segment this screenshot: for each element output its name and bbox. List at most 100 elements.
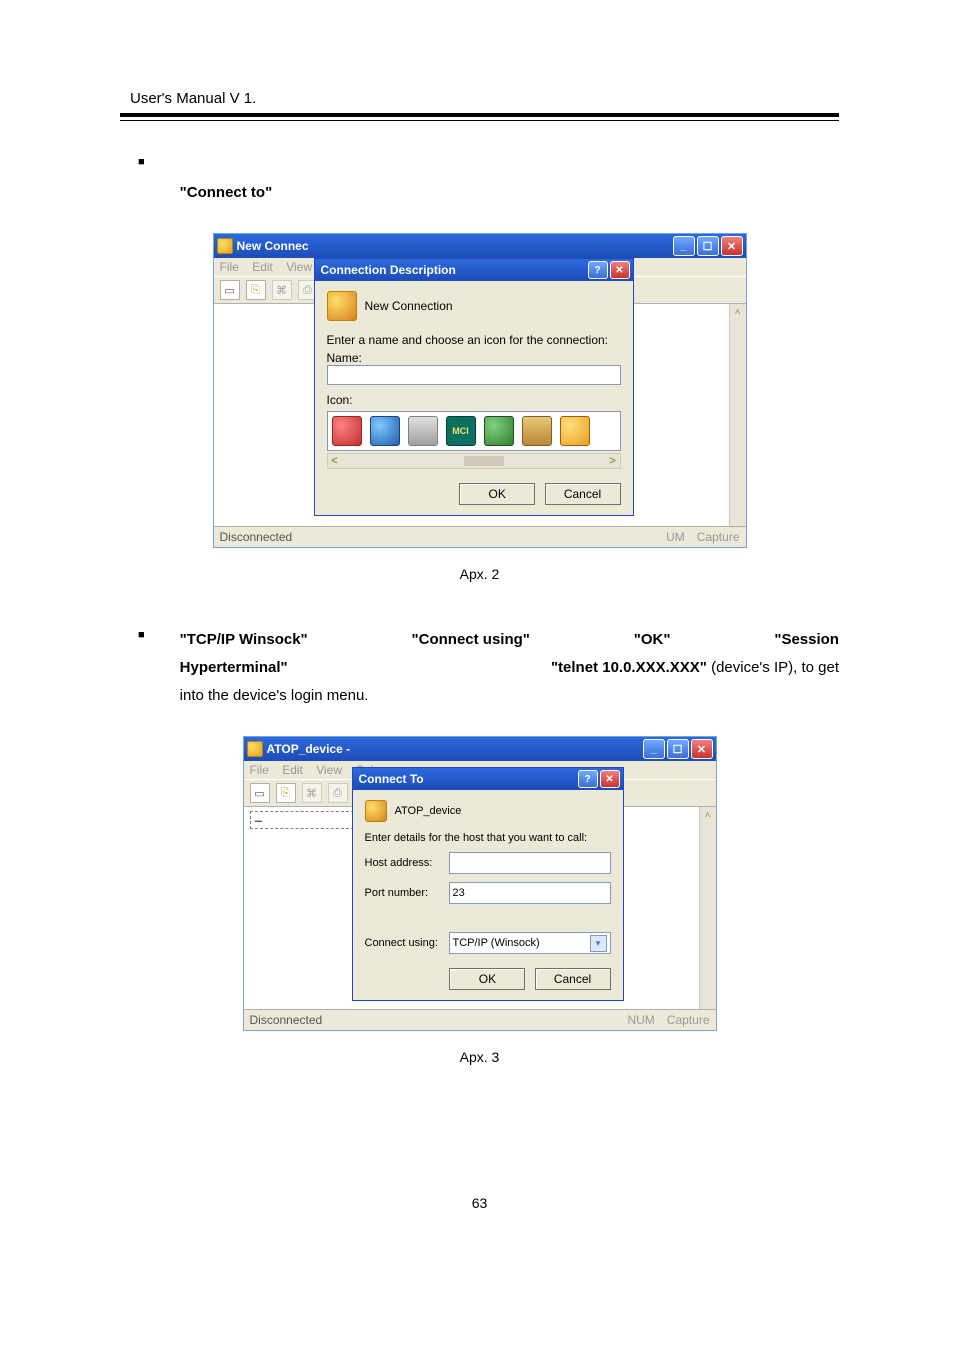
menu-file[interactable]: File	[220, 260, 239, 274]
bullet-icon: ■	[138, 156, 145, 168]
connect-to-text: "Connect to"	[180, 184, 273, 201]
minimize-button[interactable]: _	[643, 739, 665, 759]
bullet-2-text: "TCP/IP Winsock" "Connect using" "OK" "S…	[180, 626, 839, 710]
connect-using-value: TCP/IP (Winsock)	[453, 937, 540, 949]
menu-edit[interactable]: Edit	[252, 260, 273, 274]
dialog-close-button[interactable]: ✕	[610, 261, 630, 279]
terminal-area-left	[214, 304, 314, 526]
icon-option-2[interactable]	[370, 416, 400, 446]
connection-icon	[365, 800, 387, 822]
icon-label: Icon:	[327, 393, 621, 407]
terminal-area-right: ˄	[624, 807, 716, 1009]
new-icon[interactable]: ▭	[250, 783, 270, 803]
main-window-title: New Connec	[237, 239, 309, 253]
dialog-title: Connect To	[359, 772, 424, 786]
hyperterminal-icon	[217, 238, 233, 254]
open-icon[interactable]: ⎘	[246, 280, 266, 300]
hyperterminal-icon	[247, 741, 263, 757]
status-capture: Capture	[697, 530, 740, 544]
txt-ok: "OK"	[634, 626, 671, 654]
status-um: UM	[666, 530, 685, 544]
scroll-up-icon[interactable]: ˄	[730, 304, 746, 320]
txt-device-ip: (device's IP), to get	[707, 659, 839, 676]
txt-login-menu: into the device's login menu.	[180, 682, 839, 710]
terminal-area-left: –	[244, 807, 352, 1009]
status-connection: Disconnected	[250, 1013, 323, 1027]
figure-1-window: New Connec _ ☐ ✕ File Edit View ▭ ⎘ ⌘ ⎙	[213, 233, 747, 548]
connect-using-select[interactable]: TCP/IP (Winsock) ▾	[449, 932, 611, 954]
cancel-button[interactable]: Cancel	[545, 483, 621, 505]
minimize-button[interactable]: _	[673, 236, 695, 256]
name-input[interactable]	[327, 365, 621, 385]
menu-file[interactable]: File	[250, 763, 269, 777]
icon-scrollbar[interactable]: < >	[327, 453, 621, 469]
icon-chooser[interactable]: MCI	[327, 411, 621, 451]
status-capture: Capture	[667, 1013, 710, 1027]
host-address-label: Host address:	[365, 857, 449, 869]
connection-description-dialog: Connection Description ? ✕ New Connectio…	[314, 258, 634, 516]
icon-option-6[interactable]	[522, 416, 552, 446]
chevron-down-icon[interactable]: ▾	[590, 935, 607, 952]
icon-option-7[interactable]	[560, 416, 590, 446]
txt-telnet: "telnet 10.0.XXX.XXX"	[551, 659, 707, 676]
dialog-close-button[interactable]: ✕	[600, 770, 620, 788]
close-button[interactable]: ✕	[691, 739, 713, 759]
figure-2-window: ATOP_device - _ ☐ ✕ File Edit View Cal ▭…	[243, 736, 717, 1031]
tool-icon-3[interactable]: ⌘	[302, 783, 322, 803]
scroll-thumb[interactable]	[464, 456, 504, 466]
menu-edit[interactable]: Edit	[282, 763, 303, 777]
name-label: Name:	[327, 351, 621, 365]
connect-to-dialog: Connect To ? ✕ ATOP_device Enter details…	[352, 767, 624, 1001]
icon-option-4[interactable]: MCI	[446, 416, 476, 446]
help-button[interactable]: ?	[578, 770, 598, 788]
scroll-left-icon[interactable]: <	[328, 455, 342, 467]
figure-1-caption: Apx. 2	[120, 566, 839, 582]
tool-icon-3[interactable]: ⌘	[272, 280, 292, 300]
terminal-area-right: ˄	[634, 304, 746, 526]
status-bar: Disconnected NUM Capture	[244, 1009, 716, 1030]
port-number-input[interactable]	[449, 882, 611, 904]
main-window-titlebar: New Connec _ ☐ ✕	[214, 234, 746, 258]
new-connection-label: New Connection	[365, 299, 453, 313]
icon-option-3[interactable]	[408, 416, 438, 446]
main-window-title: ATOP_device -	[267, 742, 351, 756]
device-name-label: ATOP_device	[395, 805, 462, 817]
maximize-button[interactable]: ☐	[667, 739, 689, 759]
maximize-button[interactable]: ☐	[697, 236, 719, 256]
vertical-scrollbar[interactable]: ˄	[699, 807, 716, 1009]
help-button[interactable]: ?	[588, 261, 608, 279]
close-button[interactable]: ✕	[721, 236, 743, 256]
status-bar: Disconnected UM Capture	[214, 526, 746, 547]
ok-button[interactable]: OK	[459, 483, 535, 505]
figure-2-caption: Apx. 3	[120, 1049, 839, 1065]
host-address-input[interactable]	[449, 852, 611, 874]
ok-button[interactable]: OK	[449, 968, 525, 990]
new-icon[interactable]: ▭	[220, 280, 240, 300]
txt-tcpip: "TCP/IP Winsock"	[180, 626, 308, 654]
main-window-titlebar: ATOP_device - _ ☐ ✕	[244, 737, 716, 761]
menu-view[interactable]: View	[286, 260, 312, 274]
tool-icon-4[interactable]: ⎙	[328, 783, 348, 803]
icon-option-5[interactable]	[484, 416, 514, 446]
status-num: NUM	[627, 1013, 654, 1027]
txt-session: "Session	[774, 626, 839, 654]
dialog-prompt: Enter a name and choose an icon for the …	[327, 333, 621, 347]
port-number-label: Port number:	[365, 887, 449, 899]
scroll-up-icon[interactable]: ˄	[700, 807, 716, 823]
menu-view[interactable]: View	[316, 763, 342, 777]
open-icon[interactable]: ⎘	[276, 783, 296, 803]
scroll-right-icon[interactable]: >	[606, 455, 620, 467]
icon-option-1[interactable]	[332, 416, 362, 446]
dialog-prompt: Enter details for the host that you want…	[365, 832, 611, 844]
txt-connect-using: "Connect using"	[412, 626, 530, 654]
cancel-button[interactable]: Cancel	[535, 968, 611, 990]
page-header: User's Manual V 1.	[120, 90, 839, 107]
connection-icon	[327, 291, 357, 321]
header-rule	[120, 113, 839, 121]
vertical-scrollbar[interactable]: ˄	[729, 304, 746, 526]
txt-hyperterminal: Hyperterminal"	[180, 654, 288, 682]
bullet-icon: ■	[138, 629, 145, 641]
connect-using-label: Connect using:	[365, 937, 449, 949]
status-connection: Disconnected	[220, 530, 293, 544]
page-number: 63	[120, 1195, 839, 1211]
